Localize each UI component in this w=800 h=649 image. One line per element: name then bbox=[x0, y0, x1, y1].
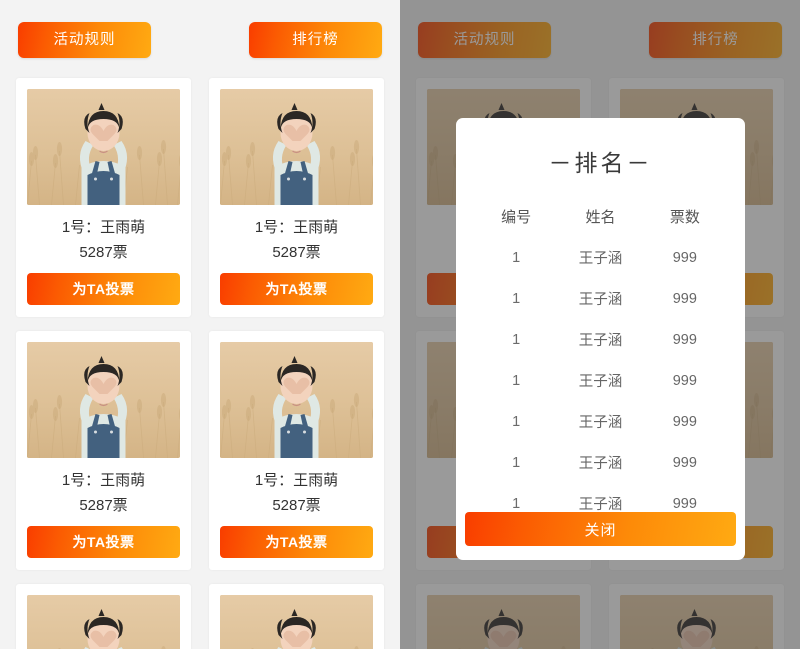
candidate-thumbnail[interactable] bbox=[27, 595, 180, 649]
candidate-card[interactable]: 1号：王雨萌5287票为TA投票 bbox=[16, 584, 191, 649]
candidate-vote-count: 5287票 bbox=[79, 497, 128, 514]
rank-name: 王子涵 bbox=[578, 292, 623, 308]
ranking-table-header: 编号 姓名 票数 bbox=[474, 196, 727, 237]
candidate-photo bbox=[27, 342, 180, 458]
ranking-table: 编号 姓名 票数 1 王子涵 999 1 王子涵 999 1 王子涵 999 1 王子涵 999 1 王子… bbox=[474, 196, 727, 524]
candidate-vote-count: 5287票 bbox=[79, 244, 128, 261]
vote-button[interactable]: 为TA投票 bbox=[27, 273, 180, 305]
rank-votes: 999 bbox=[672, 454, 697, 471]
vote-button[interactable]: 为TA投票 bbox=[27, 526, 180, 558]
ranking-table-row: 1 王子涵 999 bbox=[474, 360, 727, 401]
candidate-thumbnail[interactable] bbox=[27, 89, 180, 205]
candidate-thumbnail[interactable] bbox=[27, 342, 180, 458]
rank-name: 王子涵 bbox=[578, 415, 623, 431]
candidate-name: 1号：王雨萌 bbox=[254, 472, 339, 489]
rank-name: 王子涵 bbox=[578, 497, 623, 513]
panel-default-state: 活动规则 排行榜 1号：王雨萌 5287票 为TA投票 1号：王雨萌 5287票 为TA投… bbox=[0, 0, 400, 649]
ranking-table-row: 1 王子涵 999 bbox=[474, 442, 727, 483]
candidate-vote-count: 5287票 bbox=[272, 497, 321, 514]
column-header-name: 姓名 bbox=[585, 209, 616, 226]
rank-votes: 999 bbox=[672, 495, 697, 512]
candidate-photo bbox=[220, 342, 373, 458]
rank-name: 王子涵 bbox=[578, 374, 623, 390]
candidate-photo bbox=[27, 595, 180, 649]
vote-button[interactable]: 为TA投票 bbox=[220, 526, 373, 558]
candidate-photo bbox=[220, 89, 373, 205]
ranking-modal: －排名－ 编号 姓名 票数 1 王子涵 999 1 王子涵 999 1 王子涵 999 1 王子涵 9… bbox=[456, 118, 745, 560]
candidate-photo bbox=[220, 595, 373, 649]
rank-no: 1 bbox=[512, 331, 521, 348]
rank-name: 王子涵 bbox=[578, 251, 623, 267]
ranking-table-row: 1 王子涵 999 bbox=[474, 278, 727, 319]
top-action-bar: 活动规则 排行榜 bbox=[0, 0, 400, 58]
candidate-card[interactable]: 1号：王雨萌5287票为TA投票 bbox=[209, 584, 384, 649]
candidate-photo bbox=[27, 89, 180, 205]
rank-name: 王子涵 bbox=[578, 333, 623, 349]
rank-votes: 999 bbox=[672, 372, 697, 389]
close-button[interactable]: 关闭 bbox=[465, 512, 736, 546]
candidate-thumbnail[interactable] bbox=[220, 89, 373, 205]
rank-no: 1 bbox=[512, 495, 521, 512]
candidate-card[interactable]: 1号：王雨萌 5287票为TA投票 bbox=[16, 331, 191, 570]
ranking-table-row: 1 王子涵 999 bbox=[474, 319, 727, 360]
candidate-card[interactable]: 1号：王雨萌 5287票为TA投票 bbox=[16, 78, 191, 317]
candidate-vote-count: 5287票 bbox=[272, 244, 321, 261]
rank-no: 1 bbox=[512, 249, 521, 266]
candidate-card[interactable]: 1号：王雨萌 5287票为TA投票 bbox=[209, 78, 384, 317]
column-header-votes: 票数 bbox=[669, 209, 700, 226]
leaderboard-button[interactable]: 排行榜 bbox=[249, 22, 382, 58]
ranking-table-row: 1 王子涵 999 bbox=[474, 401, 727, 442]
candidate-card[interactable]: 1号：王雨萌 5287票为TA投票 bbox=[209, 331, 384, 570]
rank-votes: 999 bbox=[672, 331, 697, 348]
rank-votes: 999 bbox=[672, 413, 697, 430]
candidate-thumbnail[interactable] bbox=[220, 342, 373, 458]
rank-no: 1 bbox=[512, 290, 521, 307]
rank-name: 王子涵 bbox=[578, 456, 623, 472]
modal-title: －排名－ bbox=[548, 151, 653, 176]
column-header-no: 编号 bbox=[501, 209, 532, 226]
candidate-name: 1号：王雨萌 bbox=[61, 472, 146, 489]
rank-no: 1 bbox=[512, 413, 521, 430]
candidate-name: 1号：王雨萌 bbox=[254, 219, 339, 236]
candidate-thumbnail[interactable] bbox=[220, 595, 373, 649]
rank-no: 1 bbox=[512, 454, 521, 471]
rank-no: 1 bbox=[512, 372, 521, 389]
ranking-table-row: 1 王子涵 999 bbox=[474, 237, 727, 278]
vote-button[interactable]: 为TA投票 bbox=[220, 273, 373, 305]
candidate-grid: 1号：王雨萌 5287票 为TA投票 1号：王雨萌 5287票 为TA投票 1号：王雨萌 52… bbox=[0, 58, 400, 649]
candidate-name: 1号：王雨萌 bbox=[61, 219, 146, 236]
rank-votes: 999 bbox=[672, 290, 697, 307]
panel-ranking-modal-state: 活动规则 排行榜 1号：王雨萌5287票为TA投票1号：王雨萌5287票为TA投… bbox=[400, 0, 800, 649]
dual-panel-stage: 活动规则 排行榜 1号：王雨萌 5287票 为TA投票 1号：王雨萌 5287票 为TA投… bbox=[0, 0, 800, 649]
rules-button[interactable]: 活动规则 bbox=[18, 22, 151, 58]
rank-votes: 999 bbox=[672, 249, 697, 266]
